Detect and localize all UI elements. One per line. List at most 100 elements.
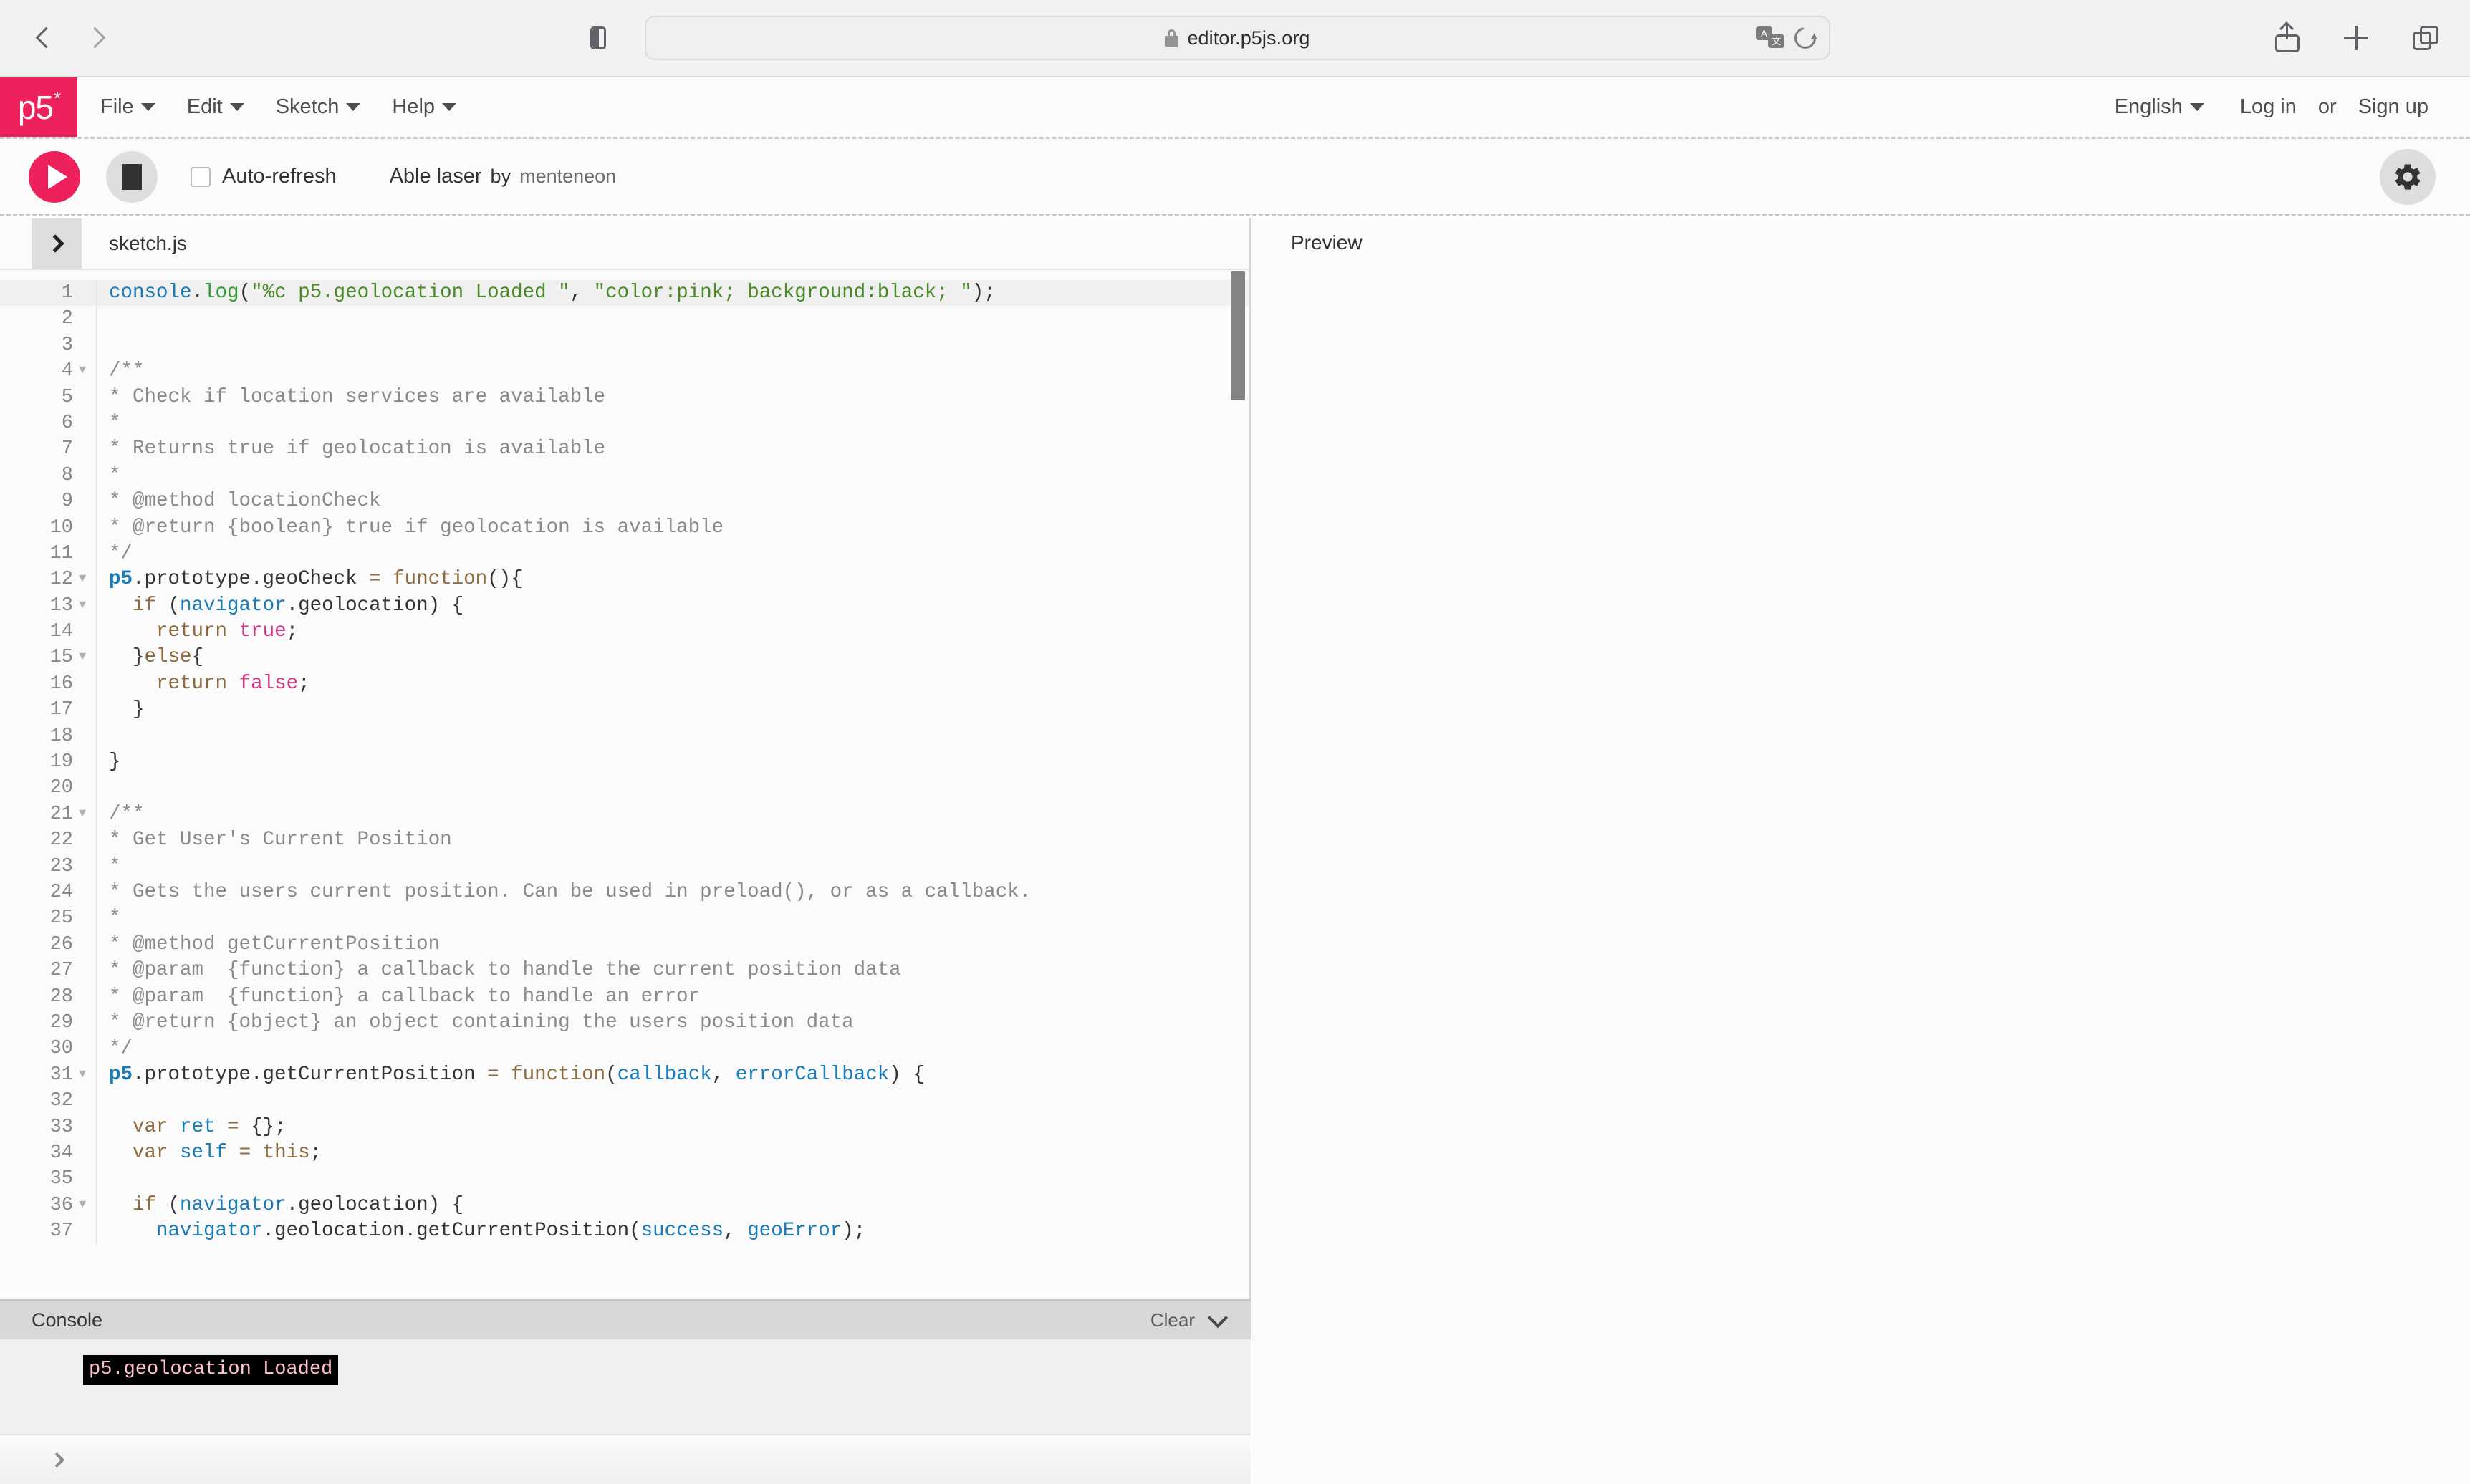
console-clear-button[interactable]: Clear	[1150, 1309, 1195, 1331]
forward-icon[interactable]	[86, 27, 107, 49]
settings-button[interactable]	[2380, 148, 2436, 205]
sketch-title[interactable]: Able laser	[390, 165, 482, 188]
code-line[interactable]: 6 *	[0, 410, 1249, 437]
code-token: self	[180, 1141, 228, 1164]
auto-refresh-toggle[interactable]: Auto-refresh	[191, 165, 337, 188]
code-token: =	[227, 1115, 239, 1138]
fold-triangle-icon[interactable]: ▼	[79, 1192, 96, 1218]
p5-logo-text: p5	[17, 88, 54, 126]
tab-overview-icon[interactable]	[2413, 26, 2438, 50]
line-number: 36	[49, 1194, 73, 1216]
fold-triangle-icon[interactable]: ▼	[79, 801, 96, 827]
signup-link[interactable]: Sign up	[2358, 95, 2428, 119]
code-line[interactable]: 1 console.log("%c p5.geolocation Loaded "…	[0, 280, 1249, 307]
code-text: *	[109, 463, 1249, 488]
code-line[interactable]: 29 * @return {object} an object containin…	[0, 1009, 1249, 1036]
fold-triangle-icon[interactable]: ▼	[79, 358, 96, 384]
expand-file-tree-button[interactable]	[32, 218, 82, 269]
code-line[interactable]: 17 }	[0, 697, 1249, 723]
code-line[interactable]: 34 var self = this;	[0, 1140, 1249, 1167]
code-line[interactable]: 35	[0, 1166, 1249, 1192]
code-line[interactable]: 3	[0, 332, 1249, 359]
editor-vertical-scrollbar[interactable]	[1231, 271, 1245, 400]
nav-menu-sketch-label: Sketch	[275, 95, 340, 118]
p5-navbar: p5 * File Edit Sketch Help English Log in…	[0, 77, 2470, 137]
translate-icon[interactable]: A文	[1756, 26, 1784, 49]
code-line[interactable]: 24 * Gets the users current position. Can…	[0, 879, 1249, 906]
play-button[interactable]	[29, 150, 80, 203]
code-line[interactable]: 22 * Get User's Current Position	[0, 827, 1249, 854]
code-line[interactable]: 14 return true;	[0, 619, 1249, 645]
p5-logo[interactable]: p5 *	[0, 77, 77, 137]
code-line[interactable]: 28 * @param {function} a callback to hand…	[0, 983, 1249, 1010]
code-line[interactable]: 9 * @method locationCheck	[0, 488, 1249, 515]
reload-icon[interactable]	[1790, 23, 1820, 53]
code-line[interactable]: 31 ▼ p5.prototype.getCurrentPosition = fun…	[0, 1061, 1249, 1089]
code-line[interactable]: 12 ▼ p5.prototype.geoCheck = function(){	[0, 567, 1249, 593]
chevron-down-icon[interactable]	[1207, 1307, 1229, 1329]
code-line[interactable]: 15 ▼ }else{	[0, 645, 1249, 671]
share-icon[interactable]	[2275, 24, 2300, 52]
code-text: p5.prototype.getCurrentPosition = functi…	[109, 1062, 1249, 1088]
code-line[interactable]: 27 * @param {function} a callback to hand…	[0, 958, 1249, 984]
code-line[interactable]: 33 var ret = {};	[0, 1114, 1249, 1140]
code-token: * Returns true if geolocation is availab…	[109, 438, 606, 461]
nav-menu-sketch[interactable]: Sketch	[276, 95, 361, 119]
file-tab-sketch-js[interactable]: sketch.js	[109, 232, 187, 255]
language-selector[interactable]: English	[2115, 95, 2204, 119]
code-line[interactable]: 37 navigator.geolocation.getCurrentPosit…	[0, 1218, 1249, 1245]
code-line[interactable]: 26 * @method getCurrentPosition	[0, 931, 1249, 958]
console-prompt-row[interactable]	[0, 1434, 1251, 1484]
nav-menu-file[interactable]: File	[100, 95, 155, 119]
login-link[interactable]: Log in	[2240, 95, 2297, 119]
address-bar[interactable]: editor.p5js.org A文	[645, 16, 1830, 60]
code-line[interactable]: 18	[0, 723, 1249, 750]
code-text: return false;	[109, 671, 1249, 697]
code-line[interactable]: 10 * @return {boolean} true if geolocatio…	[0, 514, 1249, 541]
code-line[interactable]: 36 ▼ if (navigator.geolocation) {	[0, 1192, 1249, 1219]
fold-triangle-icon[interactable]: ▼	[79, 645, 96, 670]
code-line[interactable]: 5 * Check if location services are availa…	[0, 384, 1249, 410]
code-line[interactable]: 7 * Returns true if geolocation is availa…	[0, 436, 1249, 463]
gutter-divider	[96, 983, 97, 1010]
code-text: return true;	[109, 619, 1249, 645]
code-editor[interactable]: 1 console.log("%c p5.geolocation Loaded "…	[0, 269, 1249, 1299]
code-line[interactable]: 20	[0, 775, 1249, 801]
code-line[interactable]: 4 ▼ /**	[0, 358, 1249, 385]
code-line[interactable]: 16 return false;	[0, 670, 1249, 698]
sidebar-toggle-icon[interactable]	[586, 24, 610, 52]
code-line[interactable]: 8 *	[0, 462, 1249, 489]
code-line[interactable]: 25 *	[0, 905, 1249, 932]
language-label: English	[2114, 95, 2183, 118]
by-label: by	[490, 165, 511, 187]
code-text: * @return {boolean} true if geolocation …	[109, 515, 1249, 541]
code-token: *	[109, 463, 121, 486]
sketch-author[interactable]: menteneon	[519, 165, 616, 188]
editor-column: sketch.js 1 console.log("%c p5.geolocatio…	[0, 218, 1251, 1484]
code-line[interactable]: 11 */	[0, 540, 1249, 567]
chevron-down-icon	[140, 103, 155, 111]
code-line[interactable]: 23 *	[0, 853, 1249, 880]
code-line[interactable]: 13 ▼ if (navigator.geolocation) {	[0, 592, 1249, 620]
fold-triangle-icon[interactable]: ▼	[79, 1062, 96, 1088]
nav-menu-help[interactable]: Help	[392, 95, 457, 119]
code-line[interactable]: 19}	[0, 749, 1249, 776]
nav-menu-edit[interactable]: Edit	[187, 95, 244, 119]
fold-triangle-icon[interactable]: ▼	[79, 593, 96, 619]
gutter-divider	[96, 1088, 97, 1114]
line-number: 10	[49, 516, 73, 539]
back-icon[interactable]	[34, 27, 56, 49]
new-tab-icon[interactable]	[2344, 26, 2368, 50]
code-line[interactable]: 2	[0, 306, 1249, 332]
gutter-divider	[96, 514, 97, 541]
stop-button[interactable]	[106, 150, 158, 203]
code-line[interactable]: 21 ▼ /**	[0, 801, 1249, 828]
fold-triangle-icon[interactable]: ▼	[79, 567, 96, 592]
auto-refresh-checkbox[interactable]	[191, 166, 211, 187]
code-line[interactable]: 32	[0, 1088, 1249, 1114]
code-line[interactable]: 30 */	[0, 1036, 1249, 1062]
line-number: 34	[49, 1142, 73, 1164]
